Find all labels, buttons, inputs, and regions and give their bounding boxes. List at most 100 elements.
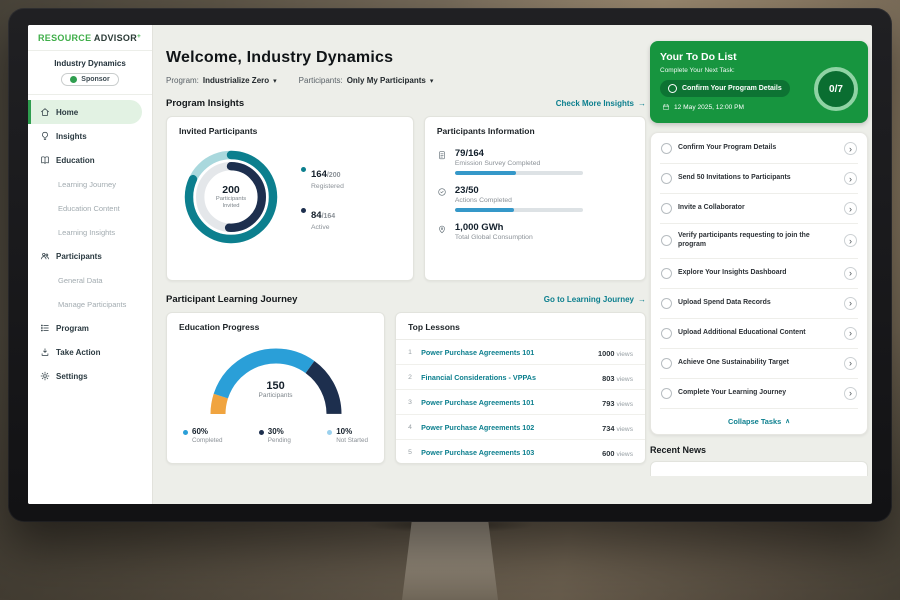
collapse-tasks-link[interactable]: Collapse Tasks ∧ bbox=[660, 409, 858, 432]
lesson-link[interactable]: Power Purchase Agreements 101 bbox=[421, 398, 595, 407]
task-checkbox[interactable] bbox=[661, 203, 672, 214]
legend-dot-registered bbox=[301, 167, 306, 172]
lesson-row[interactable]: 5 Power Purchase Agreements 103 600views bbox=[396, 440, 645, 464]
check-more-insights-link[interactable]: Check More Insights → bbox=[556, 99, 646, 108]
task-checkbox[interactable] bbox=[661, 268, 672, 279]
logo-text-primary: RESOURCE bbox=[38, 33, 91, 43]
sidebar-item-education[interactable]: Education bbox=[28, 148, 152, 172]
lesson-rank: 2 bbox=[408, 374, 414, 381]
next-task-pill[interactable]: Confirm Your Program Details bbox=[660, 80, 790, 97]
program-filter[interactable]: Program: Industrialize Zero ▾ bbox=[166, 76, 277, 85]
gauge-value-label: Participants bbox=[201, 392, 351, 399]
task-checkbox[interactable] bbox=[661, 143, 672, 154]
arrow-right-icon: → bbox=[638, 99, 646, 108]
sidebar-item-settings[interactable]: Settings bbox=[28, 364, 152, 388]
todo-task[interactable]: Upload Spend Data Records › bbox=[660, 289, 858, 319]
home-icon bbox=[40, 107, 50, 117]
recent-news-card bbox=[650, 461, 868, 476]
sidebar-item-manage-participants[interactable]: Manage Participants bbox=[28, 292, 152, 316]
lesson-link[interactable]: Power Purchase Agreements 103 bbox=[421, 448, 595, 457]
chevron-right-icon[interactable]: › bbox=[844, 234, 857, 247]
sidebar-item-general-data[interactable]: General Data bbox=[28, 268, 152, 292]
todo-task[interactable]: Send 50 Invitations to Participants › bbox=[660, 164, 858, 194]
sidebar-item-insights[interactable]: Insights bbox=[28, 124, 152, 148]
registered-label: Registered bbox=[311, 183, 344, 190]
invited-participants-card: Invited Participants bbox=[166, 116, 414, 281]
participants-filter[interactable]: Participants: Only My Participants ▾ bbox=[299, 76, 434, 85]
sidebar-item-home[interactable]: Home bbox=[28, 100, 142, 124]
sidebar-item-learning-journey[interactable]: Learning Journey bbox=[28, 172, 152, 196]
task-label: Upload Additional Educational Content bbox=[678, 329, 838, 338]
sidebar-item-program[interactable]: Program bbox=[28, 316, 152, 340]
sidebar-item-label: Participants bbox=[56, 252, 102, 261]
lesson-row[interactable]: 4 Power Purchase Agreements 102 734views bbox=[396, 415, 645, 440]
todo-task[interactable]: Upload Additional Educational Content › bbox=[660, 319, 858, 349]
sidebar-item-education-content[interactable]: Education Content bbox=[28, 196, 152, 220]
due-date-label: 12 May 2025, 12:00 PM bbox=[674, 104, 744, 111]
lesson-row[interactable]: 2 Financial Considerations - VPPAs 803vi… bbox=[396, 365, 645, 390]
task-label: Upload Spend Data Records bbox=[678, 299, 838, 308]
todo-task[interactable]: Confirm Your Program Details › bbox=[660, 134, 858, 164]
lesson-link[interactable]: Financial Considerations - VPPAs bbox=[421, 373, 595, 382]
list-icon bbox=[40, 323, 50, 333]
todo-task[interactable]: Verify participants requesting to join t… bbox=[660, 224, 858, 259]
lesson-views: 600 bbox=[602, 449, 614, 458]
task-checkbox[interactable] bbox=[661, 328, 672, 339]
task-checkbox[interactable] bbox=[661, 298, 672, 309]
invited-total-label: Participants Invited bbox=[210, 196, 252, 210]
legend-pending: 30% Pending bbox=[259, 427, 291, 444]
sponsor-badge[interactable]: Sponsor bbox=[61, 73, 118, 86]
sidebar-item-take-action[interactable]: Take Action bbox=[28, 340, 152, 364]
task-checkbox[interactable] bbox=[661, 173, 672, 184]
chevron-right-icon[interactable]: › bbox=[844, 142, 857, 155]
legend-dot-not-started bbox=[327, 430, 332, 435]
todo-task[interactable]: Explore Your Insights Dashboard › bbox=[660, 259, 858, 289]
info-value: 1,000 GWh bbox=[455, 222, 533, 233]
legend-pct: 10% bbox=[336, 427, 368, 436]
logo-text-secondary: ADVISOR+ bbox=[94, 33, 141, 43]
gauge-center-label: 150 Participants bbox=[201, 380, 351, 399]
sidebar-item-label: Insights bbox=[56, 132, 87, 141]
todo-summary-card: Your To Do List Complete Your Next Task:… bbox=[650, 41, 868, 123]
chevron-right-icon[interactable]: › bbox=[844, 267, 857, 280]
go-to-learning-journey-link[interactable]: Go to Learning Journey → bbox=[544, 295, 646, 304]
chevron-right-icon[interactable]: › bbox=[844, 357, 857, 370]
chevron-right-icon[interactable]: › bbox=[844, 297, 857, 310]
task-checkbox[interactable] bbox=[661, 358, 672, 369]
chevron-right-icon[interactable]: › bbox=[844, 387, 857, 400]
sidebar-item-label: Program bbox=[56, 324, 89, 333]
education-progress-gauge: 150 Participants bbox=[201, 338, 351, 418]
todo-task-list: Confirm Your Program Details › Send 50 I… bbox=[650, 132, 868, 435]
download-icon bbox=[40, 347, 50, 357]
todo-task[interactable]: Invite a Collaborator › bbox=[660, 194, 858, 224]
lesson-row[interactable]: 1 Power Purchase Agreements 101 1000view… bbox=[396, 340, 645, 365]
main-content: Welcome, Industry Dynamics Program: Indu… bbox=[166, 25, 646, 464]
chevron-right-icon[interactable]: › bbox=[844, 202, 857, 215]
todo-title: Your To Do List bbox=[660, 51, 858, 63]
recent-news-title: Recent News bbox=[650, 445, 868, 455]
sidebar-item-label: Take Action bbox=[56, 348, 100, 357]
task-checkbox[interactable] bbox=[661, 388, 672, 399]
legend-label: Completed bbox=[192, 437, 222, 444]
lesson-row[interactable]: 3 Power Purchase Agreements 101 793views bbox=[396, 390, 645, 415]
top-lessons-card: Top Lessons 1 Power Purchase Agreements … bbox=[395, 312, 646, 464]
sidebar-item-participants[interactable]: Participants bbox=[28, 244, 152, 268]
chevron-right-icon[interactable]: › bbox=[844, 172, 857, 185]
lesson-rank: 3 bbox=[408, 399, 414, 406]
registered-total: /200 bbox=[327, 172, 341, 179]
logo-text-advisor: ADVISOR bbox=[94, 33, 137, 43]
program-insights-header: Program Insights Check More Insights → bbox=[166, 98, 646, 109]
info-value: 23/50 bbox=[455, 185, 583, 196]
program-filter-value: Industrialize Zero bbox=[203, 76, 269, 85]
chevron-up-icon: ∧ bbox=[785, 417, 790, 425]
lesson-link[interactable]: Power Purchase Agreements 102 bbox=[421, 423, 595, 432]
arrow-right-icon: → bbox=[638, 295, 646, 304]
chevron-right-icon[interactable]: › bbox=[844, 327, 857, 340]
lesson-link[interactable]: Power Purchase Agreements 101 bbox=[421, 348, 591, 357]
sidebar-item-learning-insights[interactable]: Learning Insights bbox=[28, 220, 152, 244]
todo-task[interactable]: Complete Your Learning Journey › bbox=[660, 379, 858, 409]
invited-card-body: 200 Participants Invited 164/200 Registe… bbox=[167, 136, 413, 253]
task-label: Verify participants requesting to join t… bbox=[678, 232, 838, 250]
task-checkbox[interactable] bbox=[661, 235, 672, 246]
todo-task[interactable]: Achieve One Sustainability Target › bbox=[660, 349, 858, 379]
